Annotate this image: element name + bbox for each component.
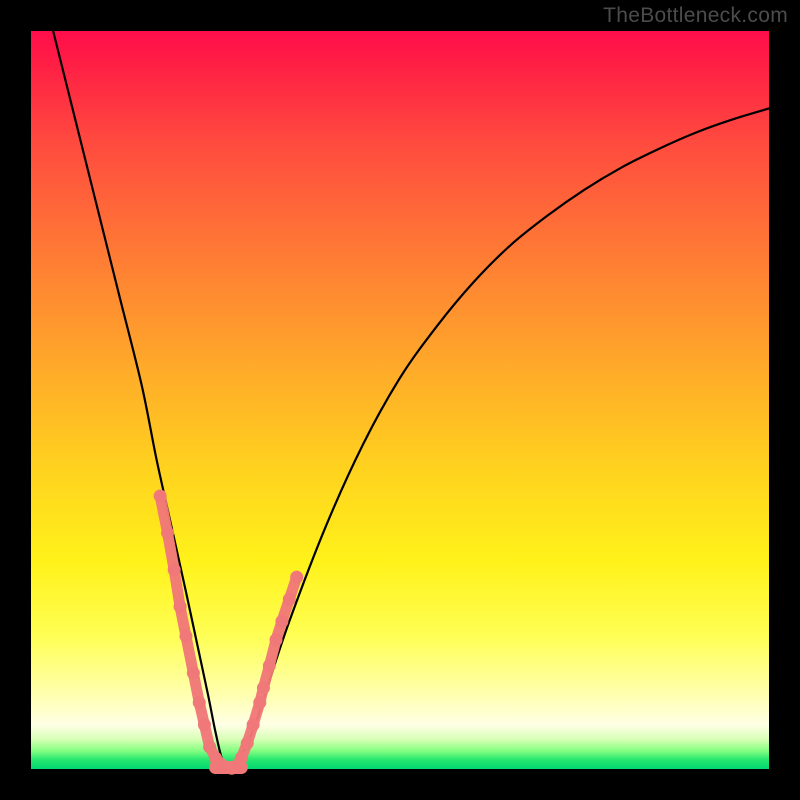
marker-dot	[247, 718, 260, 731]
curve-line-group	[53, 31, 769, 769]
marker-dot	[168, 563, 181, 576]
plot-area	[31, 31, 769, 769]
marker-dot	[290, 571, 303, 584]
marker-dot	[241, 737, 254, 750]
watermark-text: TheBottleneck.com	[603, 4, 788, 28]
marker-dot	[198, 718, 211, 731]
marker-dot	[257, 681, 270, 694]
marker-dot	[187, 667, 200, 680]
marker-dot	[263, 659, 276, 672]
marker-dot	[154, 489, 167, 502]
chart-frame: TheBottleneck.com	[0, 0, 800, 800]
marker-dot	[203, 740, 216, 753]
marker-dot	[253, 696, 266, 709]
bottleneck-curve	[53, 31, 769, 769]
marker-dot	[179, 630, 192, 643]
marker-dot	[174, 600, 187, 613]
marker-dot	[283, 593, 296, 606]
marker-dot	[161, 526, 174, 539]
marker-dot	[275, 615, 288, 628]
marker-dot	[193, 696, 206, 709]
highlight-markers-group	[154, 489, 304, 774]
marker-dot	[270, 633, 283, 646]
chart-svg	[31, 31, 769, 769]
